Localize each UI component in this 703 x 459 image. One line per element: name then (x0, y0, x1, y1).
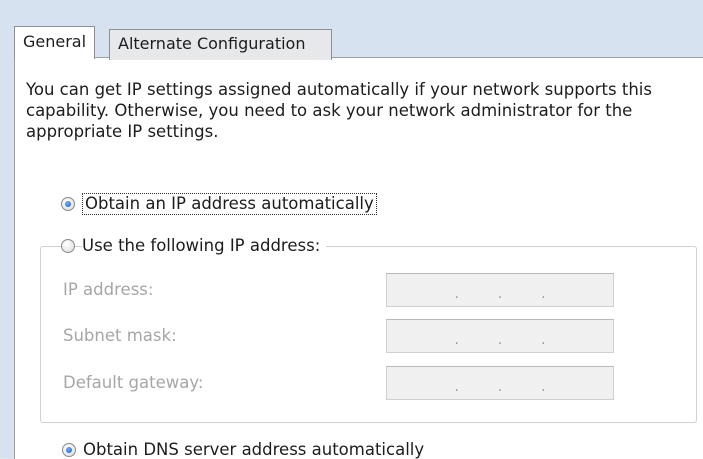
subnet-mask-label: Subnet mask: (63, 326, 177, 345)
ip-dot: . (454, 332, 459, 348)
tab-general[interactable]: General (14, 26, 96, 59)
use-following-ip-label: Use the following IP address: (82, 236, 327, 255)
default-gateway-input[interactable]: . . . (386, 366, 614, 400)
ip-dot: . (541, 379, 546, 395)
subnet-mask-input[interactable]: . . . (386, 319, 614, 353)
ip-address-input[interactable]: . . . (386, 273, 614, 307)
use-following-ip-option[interactable]: Use the following IP address: (61, 236, 327, 255)
ip-dot: . (541, 332, 546, 348)
obtain-ip-auto-option[interactable]: Obtain an IP address automatically (61, 193, 377, 215)
ip-dot: . (541, 286, 546, 302)
obtain-ip-auto-label: Obtain an IP address automatically (82, 193, 377, 215)
radio-checked-icon[interactable] (62, 442, 76, 457)
ip-dot: . (454, 379, 459, 395)
ip-address-label: IP address: (63, 280, 154, 299)
description-text: You can get IP settings assigned automat… (26, 80, 652, 141)
tab-alternate-configuration[interactable]: Alternate Configuration (109, 29, 332, 60)
ip-dot: . (454, 286, 459, 302)
obtain-dns-auto-option[interactable]: Obtain DNS server address automatically (62, 440, 424, 459)
ip-dot: . (497, 379, 503, 395)
ip-dot: . (497, 286, 503, 302)
default-gateway-label: Default gateway: (63, 373, 204, 392)
radio-checked-icon[interactable] (61, 197, 75, 211)
radio-unchecked-icon[interactable] (61, 238, 75, 253)
ip-dot: . (497, 332, 503, 348)
obtain-dns-auto-label: Obtain DNS server address automatically (83, 440, 425, 459)
